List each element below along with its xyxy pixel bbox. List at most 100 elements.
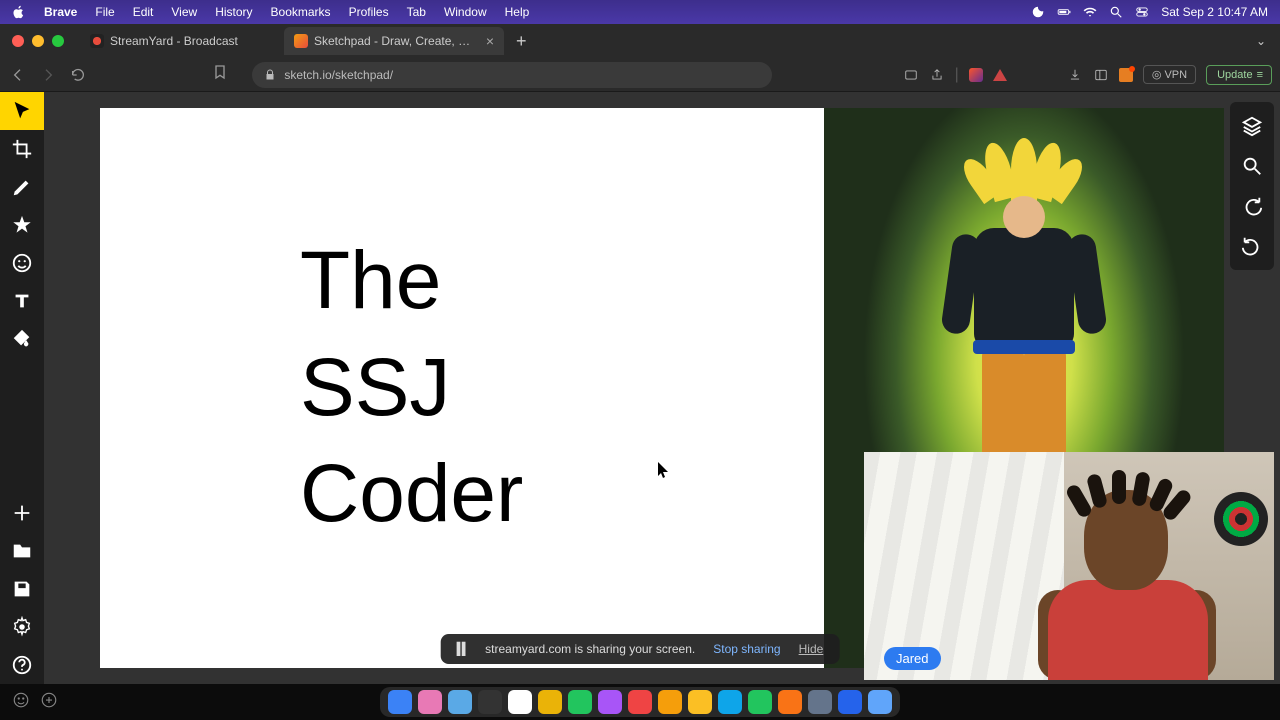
tab-label: StreamYard - Broadcast [110, 34, 270, 48]
lock-icon [264, 69, 276, 81]
dock-app-icon[interactable] [748, 690, 772, 714]
right-toolbar [1230, 102, 1274, 270]
macos-menubar: Brave File Edit View History Bookmarks P… [0, 0, 1280, 24]
tool-crop[interactable] [0, 130, 44, 168]
brave-shields-icon[interactable] [969, 68, 983, 82]
nav-back-button[interactable] [8, 65, 28, 85]
dock-app-icon[interactable] [538, 690, 562, 714]
battery-icon[interactable] [1057, 5, 1071, 19]
dock-app-icon[interactable] [418, 690, 442, 714]
screen-share-banner: ▌▌ streamyard.com is sharing your screen… [441, 634, 840, 664]
favicon-icon [294, 34, 308, 48]
download-icon[interactable] [1067, 67, 1083, 83]
favicon-icon [90, 34, 104, 48]
tool-folder[interactable] [0, 532, 44, 570]
tab-sketchpad[interactable]: Sketchpad - Draw, Create, Sha × [284, 27, 504, 55]
dock-app-icon[interactable] [568, 690, 592, 714]
add-item-icon[interactable] [40, 691, 58, 714]
menu-window[interactable]: Window [444, 5, 487, 19]
menu-help[interactable]: Help [505, 5, 530, 19]
menubar-clock[interactable]: Sat Sep 2 10:47 AM [1161, 5, 1268, 19]
tab-overflow-button[interactable]: ⌄ [1250, 34, 1272, 48]
dock-app-icon[interactable] [598, 690, 622, 714]
tool-emoji[interactable] [0, 244, 44, 282]
menu-edit[interactable]: Edit [133, 5, 154, 19]
url-text: sketch.io/sketchpad/ [284, 68, 393, 82]
stop-sharing-button[interactable]: Stop sharing [713, 642, 780, 656]
tool-undo[interactable] [1230, 226, 1274, 266]
reload-button[interactable] [68, 65, 88, 85]
hide-banner-button[interactable]: Hide [799, 642, 824, 656]
nav-forward-button[interactable] [38, 65, 58, 85]
tab-streamyard[interactable]: StreamYard - Broadcast [80, 27, 280, 55]
warning-icon[interactable] [993, 69, 1007, 81]
tool-redo[interactable] [1230, 186, 1274, 226]
webcam-overlay[interactable]: Jared [864, 452, 1274, 680]
tool-star[interactable] [0, 206, 44, 244]
address-bar[interactable]: sketch.io/sketchpad/ [252, 62, 772, 88]
emoji-picker-icon[interactable] [12, 691, 30, 714]
dock-app-icon[interactable] [778, 690, 802, 714]
vpn-button[interactable]: ◎ VPN [1143, 65, 1196, 84]
sidebar-toggle-icon[interactable] [1093, 67, 1109, 83]
new-tab-button[interactable]: + [508, 31, 535, 52]
dock-app-icon[interactable] [868, 690, 892, 714]
tool-text[interactable] [0, 282, 44, 320]
browser-tab-strip: StreamYard - Broadcast Sketchpad - Draw,… [0, 24, 1280, 58]
dock-app-icon[interactable] [808, 690, 832, 714]
hamburger-icon: ≡ [1257, 69, 1263, 81]
dock-app-icon[interactable] [628, 690, 652, 714]
menu-tab[interactable]: Tab [407, 5, 426, 19]
bookmark-button[interactable] [210, 62, 230, 82]
macos-dock[interactable] [380, 687, 900, 717]
active-app-name[interactable]: Brave [44, 5, 77, 19]
dock-app-icon[interactable] [838, 690, 862, 714]
reader-mode-icon[interactable] [903, 67, 919, 83]
extension-icon[interactable] [1119, 68, 1133, 82]
tool-zoom[interactable] [1230, 146, 1274, 186]
menu-profiles[interactable]: Profiles [349, 5, 389, 19]
menu-history[interactable]: History [215, 5, 252, 19]
apple-icon[interactable] [12, 5, 26, 19]
left-toolbar [0, 92, 44, 684]
dock-app-icon[interactable] [388, 690, 412, 714]
cursor-icon [658, 462, 670, 480]
close-tab-icon[interactable]: × [486, 33, 494, 49]
pause-icon: ▌▌ [457, 642, 467, 656]
bottom-bar [0, 684, 1280, 720]
canvas-text-line3: Coder [300, 441, 523, 548]
search-icon[interactable] [1109, 5, 1123, 19]
dock-app-icon[interactable] [658, 690, 682, 714]
tool-save[interactable] [0, 570, 44, 608]
canvas-text-line1: The [300, 228, 523, 335]
tool-layers[interactable] [1230, 106, 1274, 146]
update-button[interactable]: Update ≡ [1206, 65, 1272, 85]
close-window-button[interactable] [12, 35, 24, 47]
tool-add[interactable] [0, 494, 44, 532]
tool-help[interactable] [0, 646, 44, 684]
menu-file[interactable]: File [95, 5, 114, 19]
dock-app-icon[interactable] [718, 690, 742, 714]
window-controls[interactable] [12, 35, 64, 47]
webcam-nametag: Jared [884, 647, 941, 670]
minimize-window-button[interactable] [32, 35, 44, 47]
dock-app-icon[interactable] [508, 690, 532, 714]
dock-app-icon[interactable] [478, 690, 502, 714]
share-icon[interactable] [929, 67, 945, 83]
control-center-icon[interactable] [1135, 5, 1149, 19]
menu-view[interactable]: View [171, 5, 197, 19]
tool-pointer[interactable] [0, 92, 44, 130]
canvas-text-line2: SSJ [300, 335, 523, 442]
wifi-icon[interactable] [1083, 5, 1097, 19]
canvas-text-block[interactable]: The SSJ Coder [300, 228, 523, 548]
share-text: streamyard.com is sharing your screen. [485, 642, 695, 656]
tool-settings[interactable] [0, 608, 44, 646]
tool-fill[interactable] [0, 320, 44, 358]
tool-brush[interactable] [0, 168, 44, 206]
menu-bookmarks[interactable]: Bookmarks [271, 5, 331, 19]
zoom-window-button[interactable] [52, 35, 64, 47]
dock-app-icon[interactable] [448, 690, 472, 714]
dock-app-icon[interactable] [688, 690, 712, 714]
moon-icon[interactable] [1031, 5, 1045, 19]
browser-toolbar: sketch.io/sketchpad/ | ◎ VPN Update ≡ [0, 58, 1280, 92]
